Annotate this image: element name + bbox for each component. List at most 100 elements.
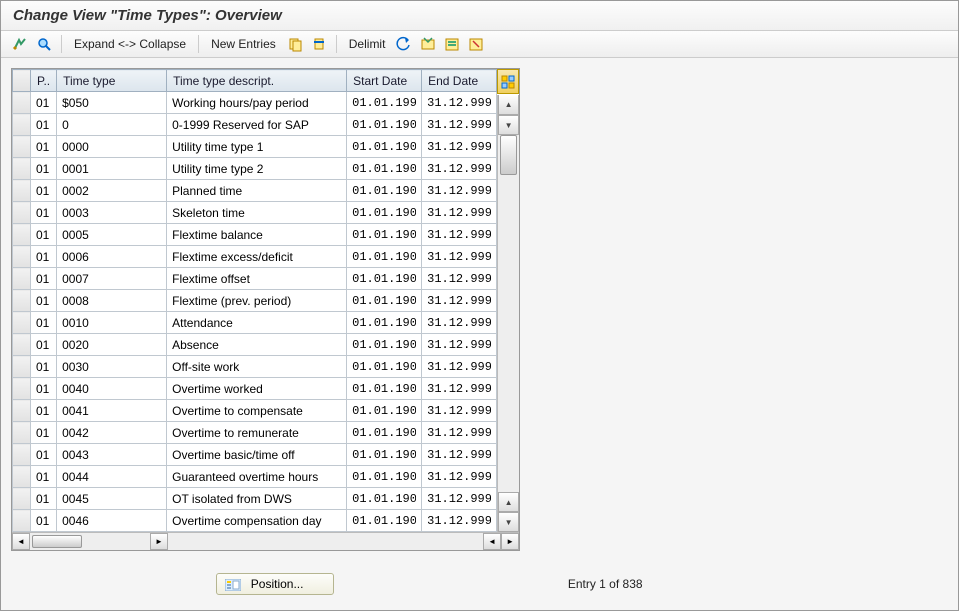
row-selector[interactable] — [13, 136, 31, 158]
input-time-type[interactable] — [57, 510, 166, 531]
input-descript[interactable] — [167, 136, 346, 157]
input-end-date[interactable] — [422, 312, 496, 333]
table-settings-button[interactable] — [497, 69, 519, 94]
input-start-date[interactable] — [347, 510, 421, 531]
cell-time-type[interactable] — [57, 268, 167, 290]
cell-time-type[interactable] — [57, 92, 167, 114]
input-descript[interactable] — [167, 444, 346, 465]
input-end-date[interactable] — [422, 488, 496, 509]
input-time-type[interactable] — [57, 114, 166, 135]
input-descript[interactable] — [167, 246, 346, 267]
row-selector[interactable] — [13, 290, 31, 312]
input-start-date[interactable] — [347, 246, 421, 267]
row-selector[interactable] — [13, 92, 31, 114]
input-start-date[interactable] — [347, 334, 421, 355]
cell-descript[interactable] — [167, 488, 347, 510]
input-descript[interactable] — [167, 290, 346, 311]
scroll-down-icon[interactable]: ▲ — [498, 492, 519, 512]
input-descript[interactable] — [167, 92, 346, 113]
cell-time-type[interactable] — [57, 400, 167, 422]
input-p[interactable] — [31, 246, 56, 267]
input-time-type[interactable] — [57, 312, 166, 333]
hscroll-track[interactable] — [30, 533, 150, 550]
cell-p[interactable] — [31, 290, 57, 312]
cell-end-date[interactable] — [422, 356, 497, 378]
input-start-date[interactable] — [347, 356, 421, 377]
hscroll-left2-icon[interactable]: ◄ — [483, 533, 501, 550]
cell-time-type[interactable] — [57, 356, 167, 378]
cell-time-type[interactable] — [57, 466, 167, 488]
cell-p[interactable] — [31, 444, 57, 466]
input-start-date[interactable] — [347, 92, 421, 113]
input-time-type[interactable] — [57, 400, 166, 421]
cell-time-type[interactable] — [57, 378, 167, 400]
scroll-top-icon[interactable]: ▲ — [498, 95, 519, 115]
cell-end-date[interactable] — [422, 202, 497, 224]
cell-p[interactable] — [31, 224, 57, 246]
row-selector[interactable] — [13, 246, 31, 268]
input-p[interactable] — [31, 312, 56, 333]
input-start-date[interactable] — [347, 400, 421, 421]
cell-descript[interactable] — [167, 92, 347, 114]
row-selector[interactable] — [13, 268, 31, 290]
input-time-type[interactable] — [57, 488, 166, 509]
input-p[interactable] — [31, 202, 56, 223]
cell-start-date[interactable] — [347, 466, 422, 488]
cell-start-date[interactable] — [347, 246, 422, 268]
cell-start-date[interactable] — [347, 378, 422, 400]
input-time-type[interactable] — [57, 356, 166, 377]
copy-icon[interactable] — [286, 35, 304, 53]
cell-time-type[interactable] — [57, 290, 167, 312]
input-descript[interactable] — [167, 466, 346, 487]
input-time-type[interactable] — [57, 422, 166, 443]
input-descript[interactable] — [167, 158, 346, 179]
cell-descript[interactable] — [167, 158, 347, 180]
cell-start-date[interactable] — [347, 312, 422, 334]
input-end-date[interactable] — [422, 202, 496, 223]
cell-start-date[interactable] — [347, 356, 422, 378]
row-selector[interactable] — [13, 510, 31, 532]
input-p[interactable] — [31, 158, 56, 179]
input-end-date[interactable] — [422, 290, 496, 311]
input-end-date[interactable] — [422, 466, 496, 487]
input-end-date[interactable] — [422, 136, 496, 157]
cell-time-type[interactable] — [57, 114, 167, 136]
cell-end-date[interactable] — [422, 466, 497, 488]
row-selector[interactable] — [13, 356, 31, 378]
cell-start-date[interactable] — [347, 136, 422, 158]
scroll-up-icon[interactable]: ▼ — [498, 115, 519, 135]
cell-p[interactable] — [31, 400, 57, 422]
input-descript[interactable] — [167, 268, 346, 289]
cell-start-date[interactable] — [347, 488, 422, 510]
input-time-type[interactable] — [57, 92, 166, 113]
cell-descript[interactable] — [167, 114, 347, 136]
input-p[interactable] — [31, 444, 56, 465]
input-p[interactable] — [31, 92, 56, 113]
input-descript[interactable] — [167, 202, 346, 223]
col-header-p[interactable]: P.. — [31, 70, 57, 92]
row-selector[interactable] — [13, 488, 31, 510]
cell-start-date[interactable] — [347, 400, 422, 422]
input-p[interactable] — [31, 400, 56, 421]
hscroll-thumb[interactable] — [32, 535, 82, 548]
cell-end-date[interactable] — [422, 246, 497, 268]
row-selector[interactable] — [13, 400, 31, 422]
select-all-header[interactable] — [13, 70, 31, 92]
input-start-date[interactable] — [347, 224, 421, 245]
input-time-type[interactable] — [57, 466, 166, 487]
cell-descript[interactable] — [167, 400, 347, 422]
cell-end-date[interactable] — [422, 136, 497, 158]
cell-start-date[interactable] — [347, 114, 422, 136]
cell-descript[interactable] — [167, 180, 347, 202]
input-p[interactable] — [31, 356, 56, 377]
input-p[interactable] — [31, 510, 56, 531]
cell-end-date[interactable] — [422, 268, 497, 290]
input-end-date[interactable] — [422, 334, 496, 355]
cell-start-date[interactable] — [347, 422, 422, 444]
hscroll-right2-icon[interactable]: ► — [501, 533, 519, 550]
cell-start-date[interactable] — [347, 158, 422, 180]
expand-collapse-button[interactable]: Expand <-> Collapse — [70, 35, 190, 53]
input-time-type[interactable] — [57, 378, 166, 399]
cell-descript[interactable] — [167, 224, 347, 246]
input-start-date[interactable] — [347, 114, 421, 135]
